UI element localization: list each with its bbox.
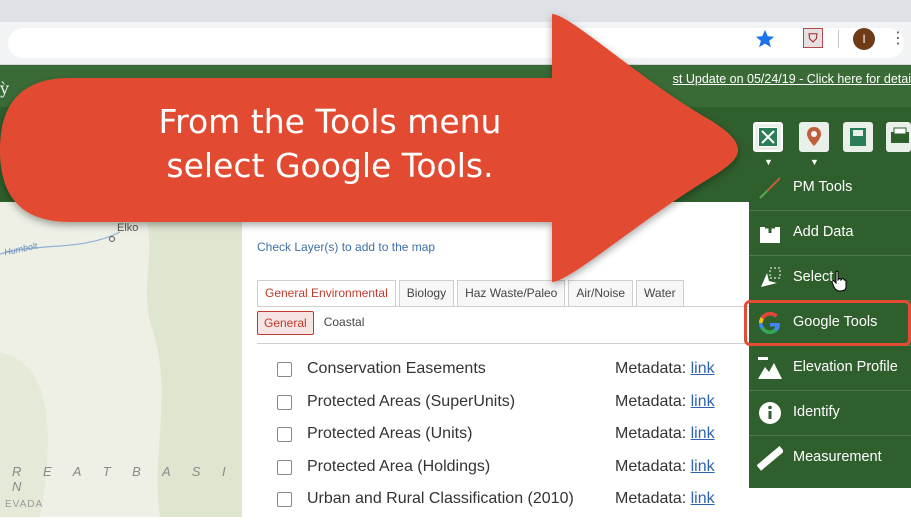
callout-line-2: select Google Tools. <box>166 146 494 185</box>
callout-arrow <box>0 14 738 282</box>
callout-line-1: From the Tools menu <box>158 102 502 141</box>
callout-text: From the Tools menu select Google Tools. <box>65 100 595 188</box>
